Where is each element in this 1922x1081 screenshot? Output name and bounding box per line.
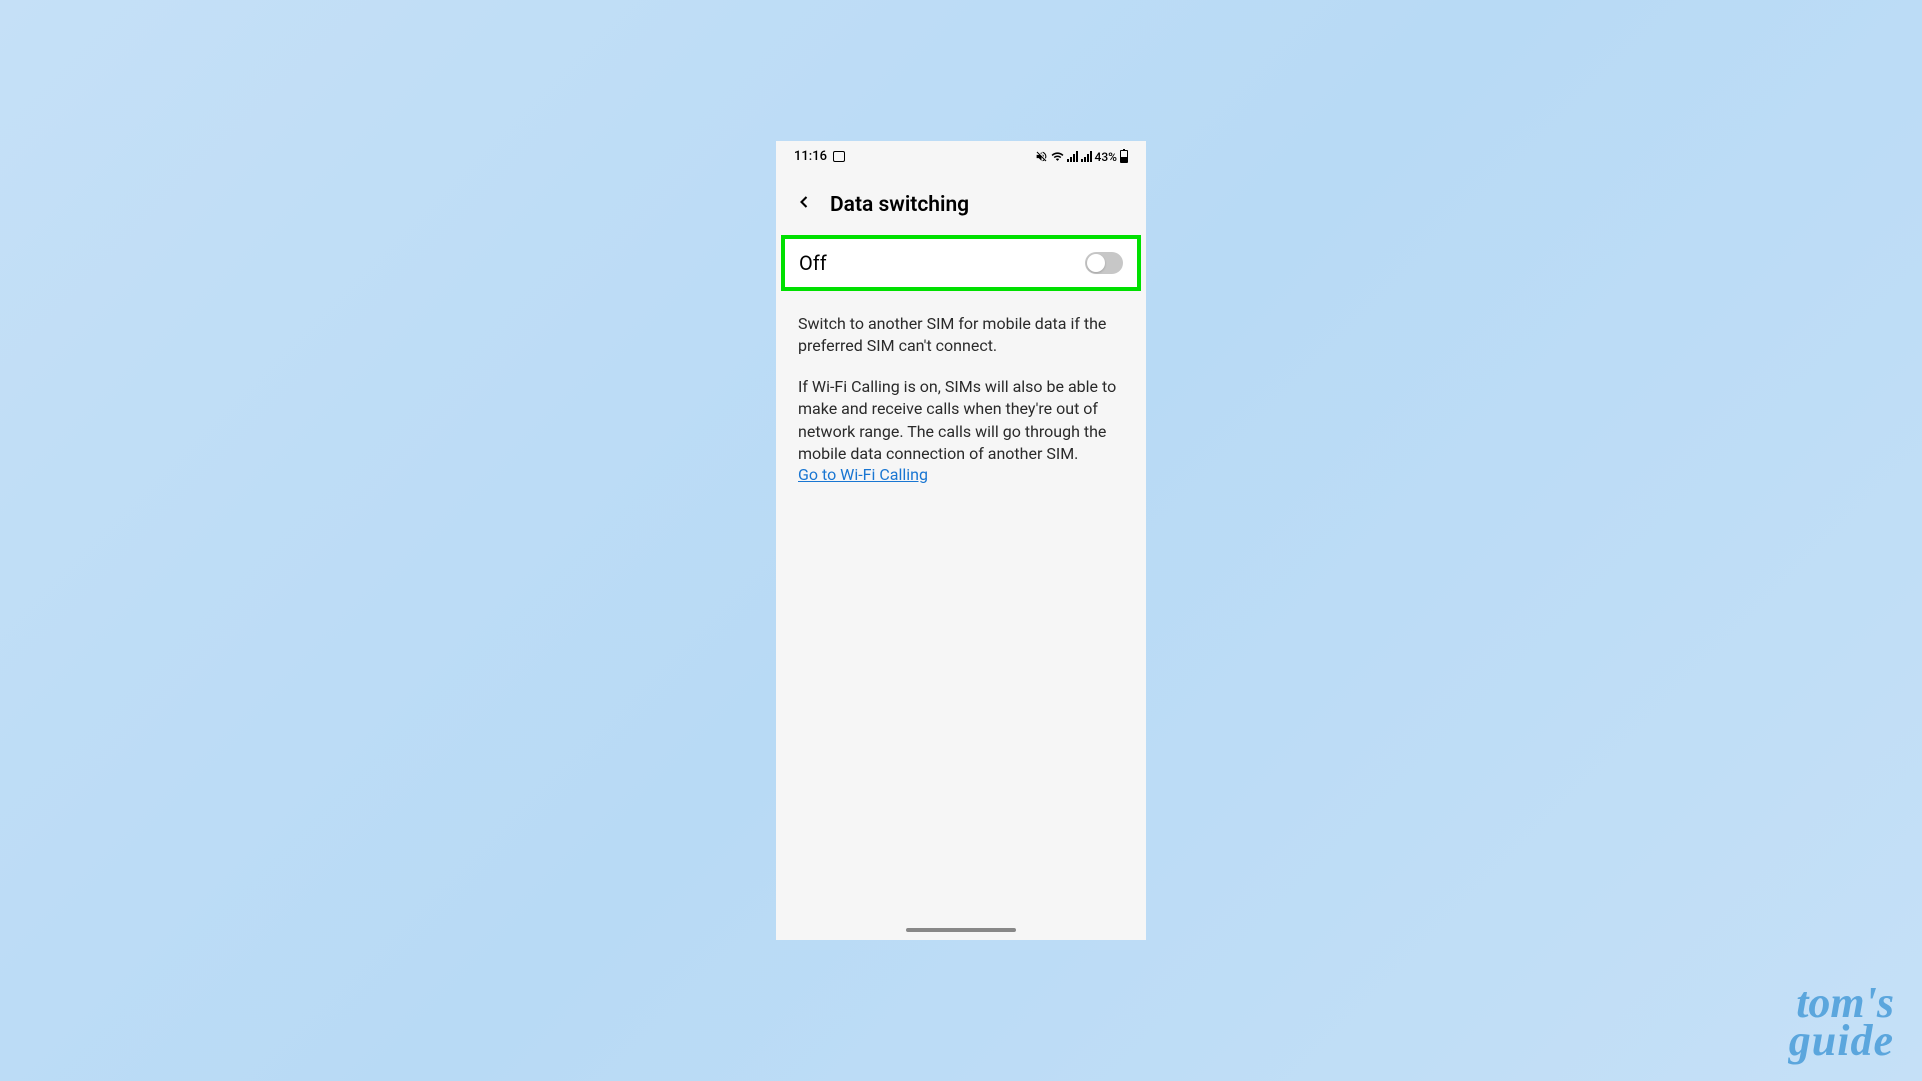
back-button[interactable] [794,192,814,217]
page-header: Data switching [776,170,1146,235]
toggle-row-highlighted: Off [781,235,1141,291]
watermark-line-2: guide [1789,1022,1894,1059]
status-time: 11:16 [794,149,827,164]
description-paragraph-1: Switch to another SIM for mobile data if… [798,313,1124,358]
wifi-calling-link[interactable]: Go to Wi-Fi Calling [798,465,928,484]
description-paragraph-2: If Wi-Fi Calling is on, SIMs will also b… [798,376,1124,466]
battery-percent: 43% [1095,150,1117,164]
battery-icon [1120,150,1128,163]
phone-screen: 11:16 43% [776,141,1146,940]
toggle-label: Off [799,251,827,275]
signal-icon-2 [1081,151,1092,162]
watermark-logo: tom's guide [1789,984,1894,1059]
page-title: Data switching [830,193,969,217]
status-bar: 11:16 43% [776,141,1146,170]
data-switching-toggle[interactable] [1085,252,1123,274]
mute-icon [1035,150,1048,163]
image-notification-icon [833,151,845,162]
status-bar-left: 11:16 [794,149,845,164]
status-bar-right: 43% [1035,150,1128,164]
navigation-bar-indicator[interactable] [906,928,1016,932]
content-area: Switch to another SIM for mobile data if… [776,291,1146,484]
signal-icon-1 [1067,151,1078,162]
wifi-icon [1051,150,1064,163]
